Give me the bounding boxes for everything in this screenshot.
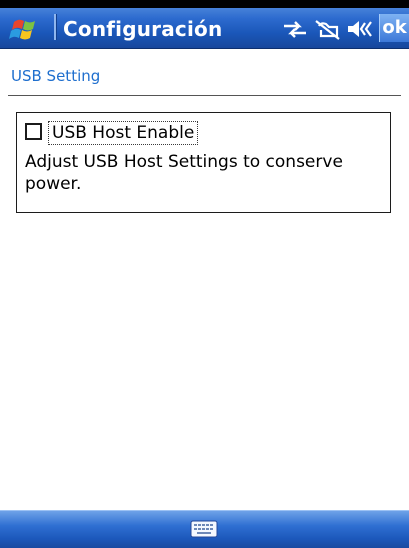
app-title: Configuración	[63, 17, 223, 41]
keyboard-icon[interactable]	[190, 519, 218, 539]
connectivity-icon[interactable]	[281, 18, 309, 40]
title-separator	[54, 14, 57, 40]
page-heading: USB Setting	[11, 67, 101, 85]
bottom-bar	[0, 510, 409, 548]
setting-description: Adjust USB Host Settings to conserve pow…	[25, 152, 343, 194]
windows-flag-icon[interactable]	[6, 12, 50, 44]
title-bar: Configuración ok	[0, 0, 409, 49]
top-strip	[0, 0, 409, 8]
heading-divider	[8, 95, 401, 96]
volume-icon[interactable]	[346, 18, 374, 40]
usb-host-enable-label[interactable]: USB Host Enable	[48, 121, 199, 145]
ok-button[interactable]: ok	[379, 14, 409, 42]
screen: Configuración ok USB Setting USB Host En…	[0, 0, 409, 548]
usb-host-enable-checkbox[interactable]	[25, 123, 42, 140]
settings-panel: USB Host Enable Adjust USB Host Settings…	[16, 112, 391, 213]
phone-off-icon[interactable]	[313, 18, 341, 40]
